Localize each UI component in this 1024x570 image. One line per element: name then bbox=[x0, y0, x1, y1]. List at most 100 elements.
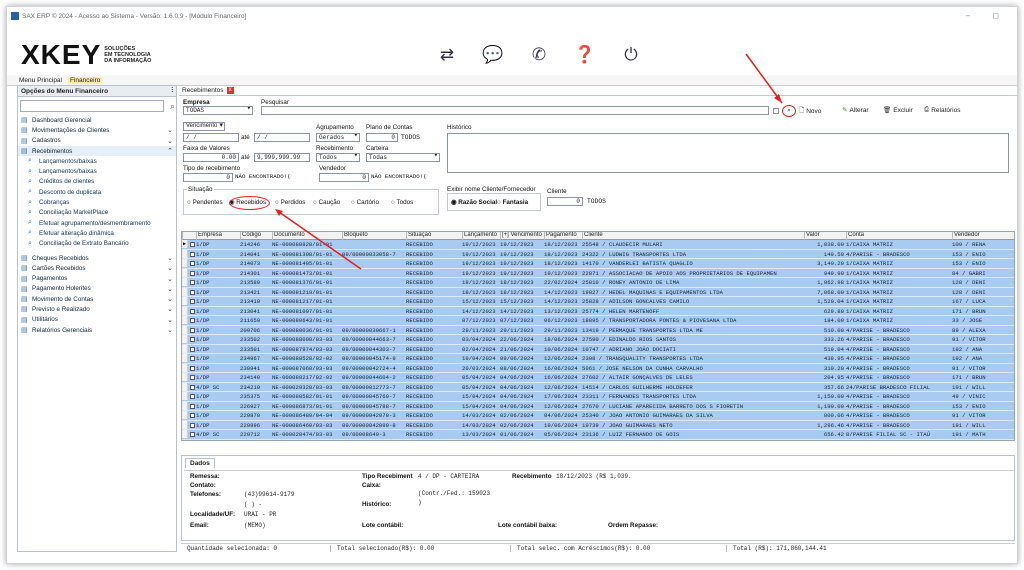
faixa-max-input[interactable]: 9,999,999.99 bbox=[254, 153, 310, 162]
row-checkbox[interactable] bbox=[190, 251, 195, 257]
column-header[interactable]: Empresa bbox=[196, 232, 238, 240]
table-row[interactable]: 1/DP 229870 NE-000086489/04-04 09/000000420… bbox=[182, 411, 1014, 421]
row-checkbox[interactable] bbox=[190, 375, 195, 380]
row-checkbox[interactable] bbox=[190, 356, 195, 361]
column-header[interactable]: Bloqueto bbox=[342, 232, 404, 240]
pesquisar-checkbox[interactable] bbox=[773, 108, 779, 114]
sidebar-item[interactable]: ▤ Movimentações de Clientes ⌄ bbox=[18, 125, 176, 135]
chevron-icon[interactable]: ⌄ bbox=[167, 305, 173, 313]
row-checkbox[interactable] bbox=[190, 394, 195, 399]
row-selector[interactable] bbox=[182, 401, 188, 410]
table-row[interactable]: 1/DP 213421 NE-000081219/01-01 RECEBIDO 18/1… bbox=[182, 287, 1014, 297]
table-row[interactable]: 1/DP 214073 NE-000081405/01-01 RECEBIDO 19/1… bbox=[182, 259, 1014, 269]
sidebar-search-input[interactable]: ⌕ bbox=[20, 100, 175, 112]
table-row[interactable]: 1/DP 209706 NE-000080036/01-01 09/000000306… bbox=[182, 325, 1014, 335]
table-row[interactable]: 1/DP 234967 NE-000088528/02-02 09/000000451… bbox=[182, 354, 1014, 364]
row-selector[interactable] bbox=[182, 373, 188, 381]
radio-situacao-todos[interactable]: ○ Todos bbox=[391, 199, 413, 206]
sidebar-item[interactable]: ▤ Cadastros ⌄ bbox=[18, 136, 176, 146]
sidebar-item[interactable]: ⌕ Lançamentos/baixas bbox=[18, 156, 176, 166]
plano-contas-input[interactable]: 0 bbox=[366, 133, 398, 142]
search-button[interactable]: ⌕ bbox=[782, 105, 796, 117]
row-selector[interactable] bbox=[182, 382, 188, 391]
row-selector[interactable] bbox=[182, 344, 188, 353]
row-checkbox[interactable] bbox=[190, 403, 195, 409]
row-checkbox[interactable] bbox=[190, 346, 195, 352]
row-checkbox[interactable] bbox=[190, 365, 195, 371]
table-row[interactable]: 1/DP 213041 NE-000081097/01-01 RECEBIDO 14/1… bbox=[182, 306, 1014, 316]
table-row[interactable]: 1/DP 214301 NE-000081473/01-01 RECEBIDO 19/1… bbox=[182, 268, 1014, 278]
radio-situacao-pendentes[interactable]: ○ Pendentes bbox=[187, 199, 223, 206]
window-controls[interactable]: – ◻ bbox=[966, 11, 1009, 20]
agrupamento-select[interactable]: Gerados bbox=[316, 133, 360, 142]
row-selector[interactable] bbox=[182, 306, 188, 315]
row-selector[interactable] bbox=[182, 430, 188, 438]
chevron-icon[interactable]: ⌄ bbox=[167, 275, 173, 283]
row-checkbox[interactable] bbox=[190, 413, 195, 418]
row-checkbox[interactable] bbox=[190, 242, 195, 247]
novo-button[interactable]: 🗋 Novo bbox=[799, 106, 821, 117]
recebimentos-grid[interactable]: Empresa Código Documento Bloqueto Situação La… bbox=[181, 231, 1015, 441]
table-row[interactable]: 1/DP 214246 NE-000080828/01-01 RECEBIDO 19/1… bbox=[182, 240, 1014, 250]
row-checkbox[interactable] bbox=[190, 289, 195, 295]
table-row[interactable]: 1/DP 233502 NE-000088090/03-03 09/000000446… bbox=[182, 335, 1014, 345]
table-row[interactable]: 1/DP 213589 NE-000081376/01-01 RECEBIDO 18/1… bbox=[182, 278, 1014, 288]
row-selector[interactable] bbox=[182, 249, 188, 258]
row-selector[interactable] bbox=[182, 411, 188, 419]
table-row[interactable]: 1/DP 233501 NE-000087974/03-03 09/000000443… bbox=[182, 344, 1014, 354]
sidebar-item[interactable]: ▤ Pagamento Holerites ⌄ bbox=[18, 284, 176, 294]
column-header[interactable]: Pagamento bbox=[544, 232, 580, 240]
row-checkbox[interactable] bbox=[190, 327, 195, 333]
sidebar-item[interactable]: ⌕ Cobranças bbox=[18, 197, 176, 207]
row-checkbox[interactable] bbox=[190, 308, 195, 314]
row-selector[interactable] bbox=[182, 240, 188, 248]
radio-situacao-cartório[interactable]: ○ Cartório bbox=[351, 199, 379, 206]
column-header[interactable]: Cliente bbox=[582, 232, 802, 240]
vencimento-select[interactable]: Vencimento bbox=[183, 122, 225, 131]
chevron-icon[interactable]: ⌄ bbox=[167, 264, 173, 272]
chevron-icon[interactable]: ⌄ bbox=[167, 254, 173, 262]
table-row[interactable]: 4/DP SC 229712 NE-000028474/03-03 09/000086… bbox=[182, 430, 1014, 440]
sidebar-item[interactable]: ⌕ Conciliação MarketPlace bbox=[18, 208, 176, 218]
sidebar-item[interactable]: ▤ Utilitários ⌄ bbox=[18, 315, 176, 325]
table-row[interactable]: 1/DP 226927 NE-000086873/01-01 09/000000457… bbox=[182, 401, 1014, 411]
relatorios-button[interactable]: ⎙ Relatórios bbox=[924, 106, 960, 114]
menu-principal-button[interactable]: Menu Principal bbox=[19, 77, 62, 84]
vendedor-input[interactable]: 0 bbox=[319, 173, 369, 182]
row-checkbox[interactable] bbox=[190, 422, 195, 428]
sidebar-item[interactable]: ▤ Dashboard Gerencial bbox=[18, 115, 176, 125]
sidebar-item[interactable]: ⌕ Conciliação de Extrato Bancário bbox=[18, 239, 176, 249]
chevron-icon[interactable]: ⌃ bbox=[167, 147, 173, 155]
sidebar-item[interactable]: ▤ Cartões Recebidos ⌄ bbox=[18, 263, 176, 273]
row-checkbox[interactable] bbox=[190, 384, 195, 390]
sidebar-item[interactable]: ▤ Recebimentos ⌃ bbox=[18, 145, 176, 157]
row-selector[interactable] bbox=[182, 268, 188, 277]
chevron-icon[interactable]: ⌄ bbox=[167, 326, 173, 334]
sidebar-item[interactable]: ▤ Previsto e Realizado ⌄ bbox=[18, 304, 176, 314]
table-row[interactable]: 1/DP 211659 NE-000080643/01-01 RECEBIDO 07/1… bbox=[182, 316, 1014, 326]
column-header[interactable]: [+] Vencimento bbox=[500, 232, 542, 240]
sidebar-item[interactable]: ⌕ Efetuar agrupamento/desmembramento bbox=[18, 218, 176, 228]
tab-recebimentos[interactable]: Recebimentos bbox=[182, 87, 224, 94]
row-selector[interactable] bbox=[182, 335, 188, 343]
row-checkbox[interactable] bbox=[190, 280, 195, 285]
table-row[interactable]: 1/DP 214041 NE-000081398/01-01 09/000000330… bbox=[182, 249, 1014, 259]
search-icon[interactable]: ⌕ bbox=[170, 101, 175, 112]
row-selector[interactable] bbox=[182, 363, 188, 372]
row-selector[interactable] bbox=[182, 297, 188, 305]
sidebar-item[interactable]: ⌕ Créditos de clientes bbox=[18, 177, 176, 187]
radio-situacao-caução[interactable]: ○ Caução bbox=[313, 199, 340, 206]
row-selector[interactable] bbox=[182, 325, 188, 334]
chat-icon[interactable]: 💬 bbox=[481, 45, 505, 65]
faixa-min-input[interactable]: 0.00 bbox=[183, 153, 239, 162]
row-checkbox[interactable] bbox=[190, 270, 195, 276]
table-row[interactable]: 1/DP 213419 NE-000081217/01-01 RECEBIDO 15/1… bbox=[182, 297, 1014, 307]
row-checkbox[interactable] bbox=[190, 261, 195, 266]
pesquisar-input[interactable] bbox=[261, 106, 769, 115]
date-from-input[interactable]: / / bbox=[183, 133, 239, 142]
tipo-recebimento-input[interactable]: 0 bbox=[183, 173, 233, 182]
row-checkbox[interactable] bbox=[190, 318, 195, 323]
chevron-icon[interactable]: ⌄ bbox=[167, 137, 173, 145]
date-to-input[interactable]: / / bbox=[254, 133, 310, 142]
column-header[interactable]: Valor bbox=[804, 232, 844, 240]
